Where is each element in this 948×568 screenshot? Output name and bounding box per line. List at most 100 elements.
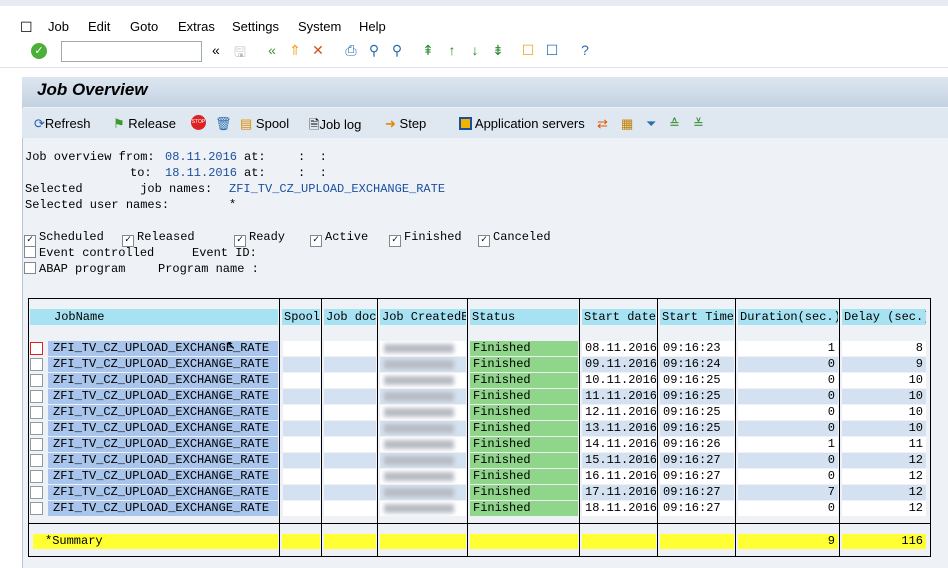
spool-cell[interactable] (283, 437, 320, 452)
cancel-icon[interactable]: ⇑ (287, 42, 303, 58)
last-page-icon[interactable]: ↓ (467, 42, 483, 58)
row-select-checkbox[interactable] (30, 374, 43, 387)
column-header[interactable]: Job doc (324, 309, 376, 325)
job-name-cell[interactable]: ZFI_TV_CZ_UPLOAD_EXCHANGE_RATE (48, 341, 278, 356)
help-icon[interactable]: ☐ (544, 42, 560, 58)
row-select-checkbox[interactable] (30, 454, 43, 467)
filter-active-checkbox[interactable]: ✓ Active (310, 230, 368, 247)
spool-cell[interactable] (283, 373, 320, 388)
job-doc-cell[interactable] (324, 373, 376, 388)
spool-cell[interactable] (283, 501, 320, 516)
job-doc-cell[interactable] (324, 389, 376, 404)
job-doc-cell[interactable] (324, 341, 376, 356)
menu-help[interactable]: Help (359, 19, 386, 34)
row-select-checkbox[interactable] (30, 390, 43, 403)
menu-system[interactable]: System (298, 19, 341, 34)
job-name-cell[interactable]: ZFI_TV_CZ_UPLOAD_EXCHANGE_RATE (48, 357, 278, 372)
filter-finished-checkbox[interactable]: ✓ Finished (389, 230, 462, 247)
row-select-checkbox[interactable] (30, 342, 43, 355)
change-layout-icon[interactable]: ⇄ (597, 116, 608, 132)
row-select-checkbox[interactable] (30, 438, 43, 451)
step-button[interactable]: ➜ Step (385, 116, 426, 132)
job-doc-cell[interactable] (324, 421, 376, 436)
spool-cell[interactable] (283, 389, 320, 404)
sort-ascending-icon[interactable]: ≙ (669, 116, 680, 132)
spool-cell[interactable] (283, 357, 320, 372)
abap-program-checkbox[interactable]: ABAP program (24, 262, 125, 276)
spool-cell[interactable] (283, 341, 320, 356)
menu-job[interactable]: Job (48, 19, 69, 34)
spool-cell[interactable] (283, 485, 320, 500)
spool-cell[interactable] (283, 453, 320, 468)
column-header[interactable]: Start Time (660, 309, 734, 325)
previous-page-icon[interactable]: ⇞ (420, 42, 436, 58)
job-name-cell[interactable]: ZFI_TV_CZ_UPLOAD_EXCHANGE_RATE (48, 485, 278, 500)
new-session-icon[interactable]: ⇟ (490, 42, 506, 58)
column-header[interactable]: Job CreatedB (380, 309, 466, 325)
sort-descending-icon[interactable]: ≚ (693, 116, 704, 132)
job-doc-cell[interactable] (324, 405, 376, 420)
column-divider (839, 298, 840, 557)
check-icon[interactable]: ✓ (31, 43, 47, 59)
command-field[interactable] (61, 41, 202, 62)
job-name-cell[interactable]: ZFI_TV_CZ_UPLOAD_EXCHANGE_RATE (48, 501, 278, 516)
application-servers-button[interactable]: Application servers (459, 116, 585, 131)
row-select-checkbox[interactable] (30, 486, 43, 499)
next-page-icon[interactable]: ↑ (444, 42, 460, 58)
column-header[interactable]: Duration(sec.) (738, 309, 838, 325)
spool-button[interactable]: ▤ Spool (240, 116, 289, 132)
release-button[interactable]: ⚑ Release (113, 116, 176, 132)
menu-settings[interactable]: Settings (232, 19, 279, 34)
row-select-checkbox[interactable] (30, 406, 43, 419)
filter-ready-checkbox[interactable]: ✓ Ready (234, 230, 285, 247)
job-doc-cell[interactable] (324, 469, 376, 484)
filter-canceled-checkbox[interactable]: ✓ Canceled (478, 230, 551, 247)
exit-icon[interactable]: « (264, 42, 280, 58)
job-name-cell[interactable]: ZFI_TV_CZ_UPLOAD_EXCHANGE_RATE (48, 453, 278, 468)
job-doc-cell[interactable] (324, 357, 376, 372)
filter-icon[interactable]: ⏷ (646, 116, 656, 132)
job-name-cell[interactable]: ZFI_TV_CZ_UPLOAD_EXCHANGE_RATE (48, 405, 278, 420)
grid-icon[interactable]: ▦ (621, 116, 633, 132)
job-doc-cell[interactable] (324, 437, 376, 452)
job-doc-cell[interactable] (324, 485, 376, 500)
spool-cell[interactable] (283, 405, 320, 420)
job-doc-cell[interactable] (324, 501, 376, 516)
stop-icon[interactable]: STOP (191, 115, 206, 130)
job-name-cell[interactable]: ZFI_TV_CZ_UPLOAD_EXCHANGE_RATE (48, 437, 278, 452)
filter-released-checkbox[interactable]: ✓ Released (122, 230, 195, 247)
column-header[interactable]: Delay (sec.) (842, 309, 926, 325)
job-name-cell[interactable]: ZFI_TV_CZ_UPLOAD_EXCHANGE_RATE (48, 373, 278, 388)
job-name-cell[interactable]: ZFI_TV_CZ_UPLOAD_EXCHANGE_RATE (48, 389, 278, 404)
menu-goto[interactable]: Goto (130, 19, 158, 34)
first-page-icon[interactable]: ⚲ (389, 42, 405, 58)
job-name-cell[interactable]: ZFI_TV_CZ_UPLOAD_EXCHANGE_RATE (48, 421, 278, 436)
column-header[interactable]: Status (470, 309, 578, 325)
filter-scheduled-checkbox[interactable]: ✓ Scheduled (24, 230, 104, 247)
refresh-button[interactable]: ⟳Refresh (34, 116, 90, 132)
spool-cell[interactable] (283, 469, 320, 484)
find-next-icon[interactable]: ⚲ (366, 42, 382, 58)
job-doc-cell[interactable] (324, 453, 376, 468)
row-select-checkbox[interactable] (30, 502, 43, 515)
shortcut-icon[interactable]: ☐ (520, 42, 536, 58)
event-controlled-checkbox[interactable]: Event controlled (24, 246, 154, 260)
row-select-checkbox[interactable] (30, 358, 43, 371)
customize-layout-icon[interactable]: ? (577, 42, 593, 58)
system-menu-icon[interactable]: ☐ (20, 19, 33, 36)
delete-icon[interactable]: 🗑 (215, 116, 232, 132)
print-icon[interactable]: ✕ (310, 42, 326, 58)
row-select-checkbox[interactable] (30, 470, 43, 483)
menu-edit[interactable]: Edit (88, 19, 110, 34)
collapse-icon[interactable]: « (212, 42, 228, 58)
row-select-checkbox[interactable] (30, 422, 43, 435)
summary-divider (28, 523, 931, 524)
menu-extras[interactable]: Extras (178, 19, 215, 34)
column-header[interactable]: JobName (30, 309, 278, 325)
column-header[interactable]: Spool (282, 309, 320, 325)
column-header[interactable]: Start date (582, 309, 656, 325)
spool-cell[interactable] (283, 421, 320, 436)
job-name-cell[interactable]: ZFI_TV_CZ_UPLOAD_EXCHANGE_RATE (48, 469, 278, 484)
job-log-button[interactable]: 🗎Job log (309, 116, 361, 138)
find-icon[interactable]: ⎙ (343, 42, 359, 58)
